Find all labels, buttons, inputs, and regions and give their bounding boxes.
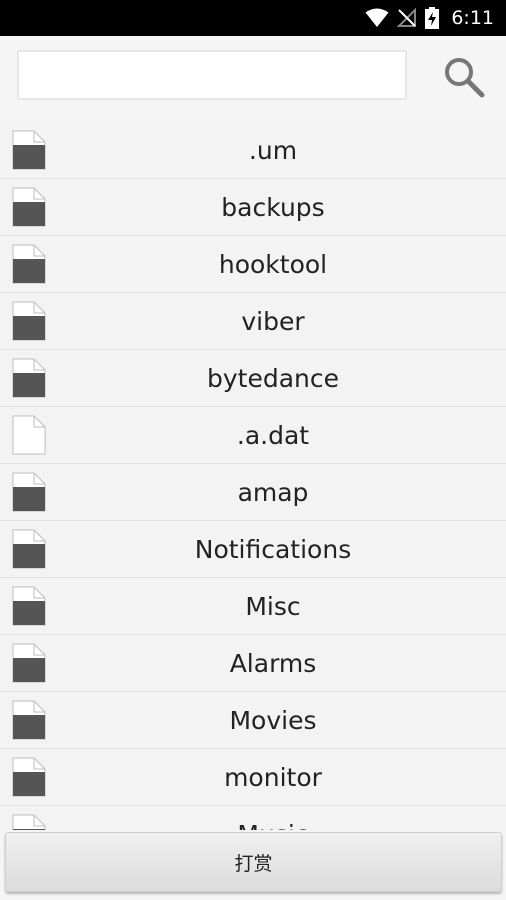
- wifi-icon: [365, 8, 389, 28]
- file-name-label: Music: [60, 806, 506, 830]
- file-name-label: hooktool: [218, 250, 328, 279]
- file-icon: [12, 415, 46, 455]
- folder-icon: [12, 757, 46, 797]
- file-list-item[interactable]: Alarms: [0, 635, 506, 692]
- file-list-item[interactable]: Music: [0, 806, 506, 830]
- search-bar: [0, 36, 506, 114]
- folder-icon: [12, 301, 46, 341]
- file-list-item[interactable]: monitor: [0, 749, 506, 806]
- folder-icon: [12, 130, 46, 170]
- file-name-label: bytedance: [206, 364, 339, 393]
- folder-icon: [12, 529, 46, 569]
- file-list-item[interactable]: .a.dat: [0, 407, 506, 464]
- file-name-label: backups: [221, 193, 325, 222]
- no-signal-icon: [397, 8, 417, 28]
- file-name-label: .um: [248, 136, 298, 165]
- file-list-item[interactable]: .um: [0, 122, 506, 179]
- bottom-bar: 打赏: [0, 830, 506, 900]
- folder-icon: [12, 586, 46, 626]
- file-name-label: Movies: [229, 706, 317, 735]
- file-list-item[interactable]: amap: [0, 464, 506, 521]
- folder-icon: [12, 700, 46, 740]
- status-time: 6:11: [451, 7, 494, 29]
- file-list-item[interactable]: backups: [0, 179, 506, 236]
- file-name-label: amap: [237, 478, 309, 507]
- file-list-item[interactable]: viber: [0, 293, 506, 350]
- folder-icon: [12, 244, 46, 284]
- search-input[interactable]: [17, 50, 407, 100]
- file-list-item[interactable]: hooktool: [0, 236, 506, 293]
- file-name-label: monitor: [224, 763, 322, 792]
- file-name-label: .a.dat: [236, 421, 310, 450]
- file-list-item[interactable]: Movies: [0, 692, 506, 749]
- file-name-label: viber: [241, 307, 305, 336]
- battery-charging-icon: [425, 7, 440, 29]
- file-list-item[interactable]: Misc: [0, 578, 506, 635]
- folder-icon: [12, 643, 46, 683]
- folder-icon: [12, 358, 46, 398]
- file-name-label: Alarms: [229, 649, 317, 678]
- file-list-item[interactable]: Notifications: [0, 521, 506, 578]
- folder-icon: [12, 472, 46, 512]
- donate-button[interactable]: 打赏: [5, 832, 502, 892]
- file-name-label: Notifications: [194, 535, 352, 564]
- folder-icon: [12, 814, 46, 830]
- search-icon: [442, 55, 486, 102]
- file-name-label: Misc: [245, 592, 301, 621]
- file-list: .um backups hooktool viber bytedance .a.dat am…: [0, 122, 506, 830]
- file-list-item[interactable]: bytedance: [0, 350, 506, 407]
- status-bar: 6:11: [0, 0, 506, 36]
- search-button[interactable]: [436, 54, 492, 102]
- folder-icon: [12, 187, 46, 227]
